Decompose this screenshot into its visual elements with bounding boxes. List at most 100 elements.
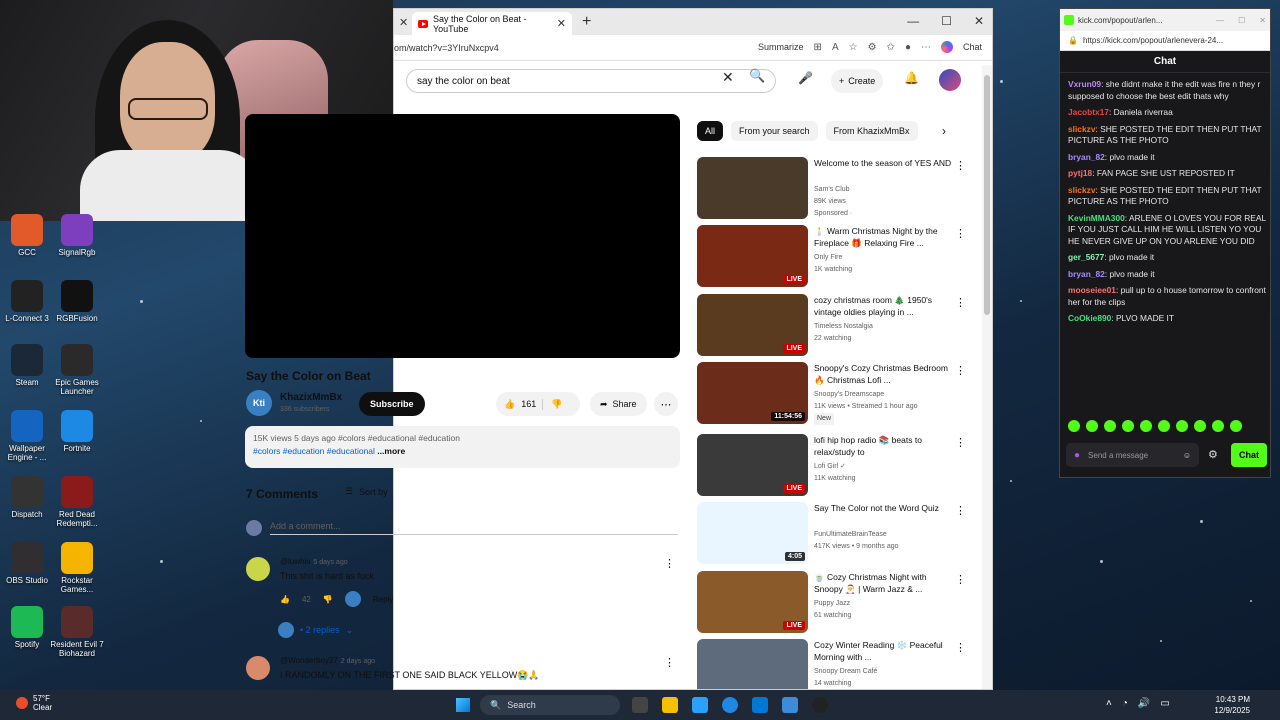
- url-field[interactable]: om/watch?v=3YIruNxcpv4: [394, 43, 499, 53]
- recommended-video[interactable]: LIVE lofi hip hop radio 📚 beats to relax/…: [697, 434, 967, 498]
- description-box[interactable]: 15K views 5 days ago #colors #educationa…: [245, 426, 680, 468]
- desktop-shortcut[interactable]: Epic Games Launcher: [50, 344, 104, 396]
- video-thumbnail[interactable]: LIVE: [697, 225, 808, 287]
- mic-icon[interactable]: 🎤: [798, 71, 813, 85]
- more-icon[interactable]: ⋮: [955, 364, 966, 377]
- chat-username[interactable]: bryan_82: [1068, 152, 1105, 162]
- recommended-video[interactable]: 11:54:56 Snoopy's Cozy Christmas Bedroom …: [697, 362, 967, 426]
- extension-icon[interactable]: ⚙: [868, 42, 877, 53]
- emote-icon[interactable]: [1158, 420, 1170, 432]
- recommended-channel[interactable]: Only Fire: [814, 252, 959, 264]
- more-icon[interactable]: ⋯: [921, 42, 931, 53]
- chat-username[interactable]: Vxrun09: [1068, 79, 1101, 89]
- comment-user[interactable]: @luwhis: [280, 557, 310, 566]
- recommended-video[interactable]: LIVE 🍵 Cozy Christmas Night with Snoopy 🎅…: [697, 571, 967, 635]
- edge-icon[interactable]: [722, 697, 738, 713]
- more-icon[interactable]: ⋮: [955, 436, 966, 449]
- video-player[interactable]: [245, 114, 680, 358]
- file-explorer-icon[interactable]: [662, 697, 678, 713]
- recommended-channel[interactable]: Lofi Girl ✓: [814, 461, 959, 473]
- chat-username[interactable]: mooseiee01: [1068, 285, 1116, 295]
- recommended-title[interactable]: cozy christmas room 🎄 1950's vintage old…: [814, 294, 952, 318]
- desktop-shortcut[interactable]: Dispatch: [0, 476, 54, 519]
- read-aloud-icon[interactable]: A: [832, 42, 839, 53]
- create-button[interactable]: + Create: [831, 69, 884, 93]
- share-button[interactable]: ➦ Share: [590, 392, 647, 416]
- copilot-icon[interactable]: [940, 41, 953, 53]
- store-icon[interactable]: [752, 697, 768, 713]
- summarize-button[interactable]: Summarize: [758, 42, 804, 52]
- start-button[interactable]: [456, 698, 470, 712]
- obs-taskbar-icon[interactable]: [812, 697, 828, 713]
- recommended-title[interactable]: lofi hip hop radio 📚 beats to relax/stud…: [814, 434, 952, 458]
- bell-icon[interactable]: 🔔: [904, 71, 919, 85]
- emote-icon[interactable]: [1104, 420, 1116, 432]
- video-thumbnail[interactable]: 4:05: [697, 502, 808, 564]
- recommended-video[interactable]: LIVECozy Winter Reading ❄️ Peaceful Morn…: [697, 639, 967, 689]
- more-icon[interactable]: ⋮: [955, 159, 966, 172]
- description-hashtags[interactable]: #colors #education #educational: [253, 446, 375, 456]
- chat-username[interactable]: KevinMMA300: [1068, 213, 1125, 223]
- recommended-title[interactable]: Cozy Winter Reading ❄️ Peaceful Morning …: [814, 639, 952, 663]
- scrollbar[interactable]: [982, 65, 992, 689]
- like-button[interactable]: 👍 161: [496, 398, 544, 410]
- more-link[interactable]: ...more: [377, 446, 405, 456]
- taskbar-search[interactable]: 🔍 Search: [480, 695, 620, 715]
- add-comment-input[interactable]: Add a comment...: [270, 521, 678, 535]
- desktop-shortcut[interactable]: OBS Studio: [0, 542, 54, 585]
- comment-user[interactable]: @Wonderboy27: [280, 656, 338, 665]
- chat-message-input[interactable]: ● Send a message ☺: [1066, 443, 1199, 467]
- profile-icon[interactable]: ●: [905, 42, 911, 53]
- send-chat-button[interactable]: Chat: [1231, 443, 1267, 467]
- emote-icon[interactable]: [1068, 420, 1080, 432]
- recommended-channel[interactable]: Snoopy Dream Café: [814, 666, 959, 678]
- thumbs-up-icon[interactable]: 👍: [280, 595, 290, 604]
- video-thumbnail[interactable]: LIVE: [697, 639, 808, 689]
- subscribe-button[interactable]: Subscribe: [359, 392, 425, 416]
- chat-username[interactable]: Jacobtx17: [1068, 107, 1109, 117]
- new-tab-button[interactable]: +: [582, 13, 591, 31]
- thumbs-down-icon[interactable]: 👎: [323, 595, 333, 604]
- video-thumbnail[interactable]: LIVE: [697, 434, 808, 496]
- comment-more-icon[interactable]: ⋮: [664, 656, 675, 669]
- recommended-title[interactable]: 🍵 Cozy Christmas Night with Snoopy 🎅 | W…: [814, 571, 952, 595]
- more-icon[interactable]: ⋮: [955, 296, 966, 309]
- minimize-button[interactable]: —: [907, 14, 919, 28]
- wifi-icon[interactable]: ◔: [1122, 698, 1128, 709]
- chat-username[interactable]: slickzv: [1068, 185, 1095, 195]
- recommended-title[interactable]: Say The Color not the Word Quiz: [814, 502, 952, 514]
- search-icon[interactable]: 🔍: [749, 68, 765, 84]
- chip-from-search[interactable]: From your search: [731, 121, 818, 141]
- more-icon[interactable]: ⋮: [955, 573, 966, 586]
- recommended-channel[interactable]: Snoopy's Dreamscape: [814, 389, 959, 401]
- volume-icon[interactable]: 🔊: [1138, 698, 1150, 709]
- emote-icon[interactable]: [1194, 420, 1206, 432]
- tab-youtube[interactable]: Say the Color on Beat - YouTube ✕: [412, 12, 572, 35]
- clear-search-icon[interactable]: ✕: [722, 69, 734, 86]
- desktop-shortcut[interactable]: Steam: [0, 344, 54, 387]
- maximize-button[interactable]: ☐: [941, 14, 952, 28]
- desktop-shortcut[interactable]: GCC: [0, 214, 54, 257]
- desktop-shortcut[interactable]: Red Dead Redempti...: [50, 476, 104, 528]
- chat-username[interactable]: bryan_82: [1068, 269, 1105, 279]
- search-input[interactable]: say the color on beat: [406, 69, 776, 93]
- desktop-shortcut[interactable]: Fortnite: [50, 410, 104, 453]
- desktop-shortcut[interactable]: Spotify: [0, 606, 54, 649]
- chevron-right-icon[interactable]: ›: [942, 124, 946, 138]
- kick-address-bar[interactable]: 🔒 https://kick.com/popout/arlenevera-24.…: [1060, 31, 1270, 51]
- view-replies-button[interactable]: • 2 replies ⌄: [278, 622, 353, 638]
- close-tab-icon[interactable]: ✕: [557, 17, 566, 30]
- recommended-channel[interactable]: FunUltimateBrainTease: [814, 529, 959, 541]
- chat-username[interactable]: pytj18: [1068, 168, 1092, 178]
- chevron-up-icon[interactable]: ˄: [1106, 698, 1112, 709]
- video-thumbnail[interactable]: [697, 157, 808, 219]
- desktop-shortcut[interactable]: Wallpaper Engine - ...: [0, 410, 54, 462]
- dislike-button[interactable]: 👎: [543, 399, 570, 410]
- copilot-taskbar-icon[interactable]: [692, 697, 708, 713]
- star-icon[interactable]: ☆: [849, 42, 858, 53]
- chat-username[interactable]: ger_5677: [1068, 252, 1104, 262]
- mic-icon[interactable]: ●: [1074, 450, 1080, 460]
- emote-icon[interactable]: [1122, 420, 1134, 432]
- more-actions-button[interactable]: ⋯: [654, 392, 678, 416]
- split-icon[interactable]: ⊞: [814, 42, 822, 53]
